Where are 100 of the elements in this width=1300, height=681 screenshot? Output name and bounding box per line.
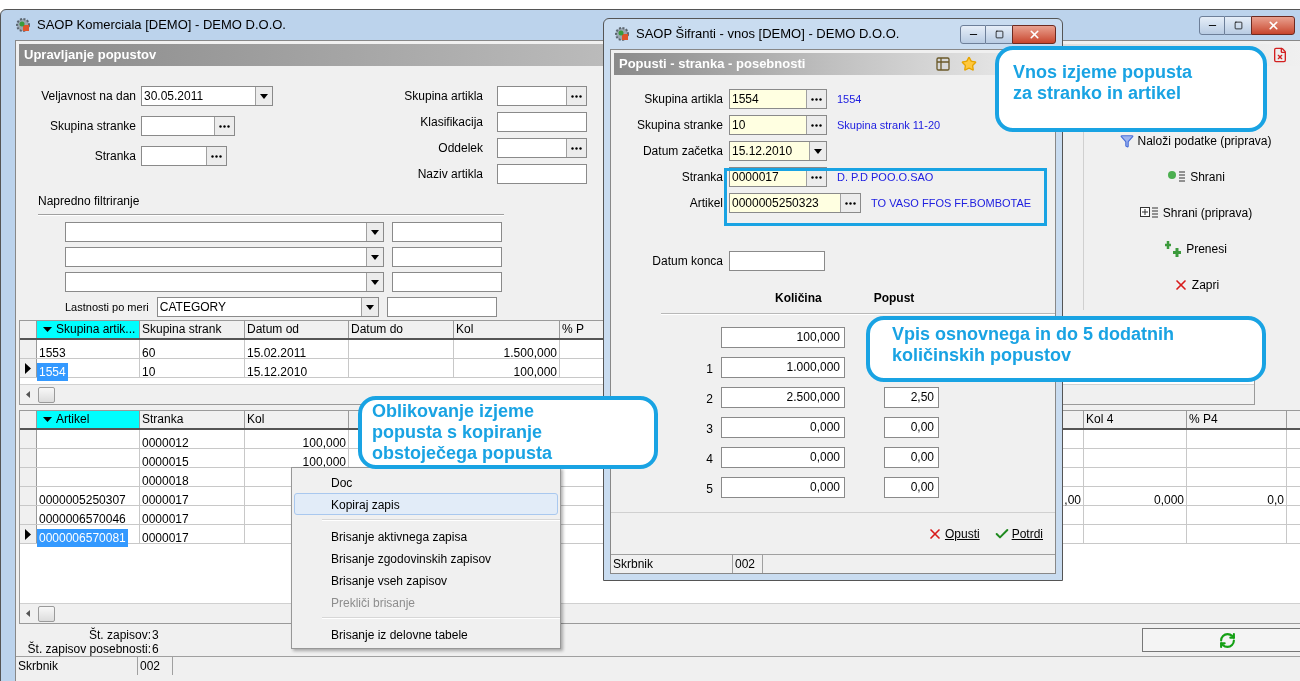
input-field[interactable]: 0,00 — [884, 477, 939, 498]
column-header[interactable]: Stranka — [140, 411, 245, 428]
column-header[interactable]: Kol — [245, 411, 349, 428]
toolbar-button[interactable]: Naloži podatke (priprava) — [1120, 132, 1272, 150]
table-cell-text: 0,000 — [1152, 492, 1185, 509]
input-field[interactable]: 1554 — [729, 89, 827, 109]
row-pointer-icon — [25, 362, 31, 374]
table-cell: 0000006570081 — [37, 529, 128, 547]
input-field[interactable]: CATEGORY — [156, 297, 379, 317]
column-header[interactable]: % P4 — [1187, 411, 1287, 428]
browse-button[interactable] — [214, 117, 234, 135]
input-field[interactable] — [392, 272, 502, 292]
maximize-button[interactable] — [1225, 15, 1251, 35]
star-icon[interactable] — [961, 56, 977, 72]
column-header[interactable]: Skupina artik... — [37, 321, 140, 338]
table-icon[interactable] — [935, 56, 951, 72]
menu-item[interactable]: Kopiraj zapis — [294, 493, 558, 515]
input-field[interactable] — [141, 146, 227, 166]
input-field[interactable] — [386, 297, 497, 317]
refresh-button[interactable] — [1142, 628, 1300, 652]
input-field[interactable] — [729, 251, 825, 271]
input-field[interactable]: 0000005250323 — [729, 193, 861, 213]
column-header[interactable]: Skupina strank — [140, 321, 245, 338]
dropdown-button[interactable] — [366, 223, 383, 241]
ellipsis-icon — [811, 97, 822, 101]
description-text: Skupina strank 11-20 — [837, 117, 941, 133]
browse-button[interactable] — [206, 147, 226, 165]
menu-item[interactable]: Brisanje vseh zapisov — [294, 569, 558, 591]
toolbar-button[interactable]: Shrani (priprava) — [1139, 204, 1253, 222]
toolbar-button[interactable]: Shrani — [1167, 168, 1225, 186]
browse-button[interactable] — [840, 194, 860, 212]
input-field[interactable]: 0,00 — [884, 417, 939, 438]
toolbar-button[interactable]: Prenesi — [1165, 240, 1227, 258]
input-field[interactable]: 10 — [729, 115, 827, 135]
input-field[interactable]: 0,000 — [721, 417, 845, 438]
status-label: Št. zapisov posebnosti: — [26, 642, 151, 656]
input-field[interactable]: 2.500,000 — [721, 387, 845, 408]
dropdown-button[interactable] — [809, 142, 826, 160]
minimize-button[interactable] — [960, 24, 986, 44]
dropdown-button[interactable] — [366, 273, 383, 291]
scroll-left-icon[interactable] — [26, 610, 30, 617]
sort-caret-icon — [43, 327, 52, 332]
dropdown-button[interactable] — [255, 87, 272, 105]
scroll-left-icon[interactable] — [26, 391, 30, 398]
input-field[interactable] — [497, 86, 587, 106]
input-field[interactable]: 100,000 — [721, 327, 845, 348]
menu-item[interactable]: Brisanje aktivnega zapisa — [294, 525, 558, 547]
input-field[interactable]: 0,00 — [884, 447, 939, 468]
row-header[interactable] — [20, 525, 37, 543]
dropdown-button[interactable] — [360, 298, 378, 316]
column-header[interactable]: Artikel — [37, 411, 140, 428]
menu-item[interactable]: Doc — [294, 471, 558, 493]
input-field[interactable]: 15.12.2010 — [729, 141, 827, 161]
menu-item[interactable]: Brisanje zgodovinskih zapisov — [294, 547, 558, 569]
input-field[interactable] — [497, 138, 587, 158]
menu-item[interactable]: Brisanje iz delovne tabele — [294, 623, 558, 645]
table-cell-text: 0000018 — [141, 473, 190, 490]
minimize-button[interactable] — [1199, 15, 1225, 35]
section-title: Napredno filtriranje — [38, 193, 141, 210]
input-field[interactable] — [141, 116, 235, 136]
maximize-button[interactable] — [986, 24, 1012, 44]
expand-list-icon — [1139, 206, 1160, 220]
browse-button[interactable] — [566, 87, 586, 105]
row-pointer-icon — [25, 528, 31, 540]
table-cell-text: 0000012 — [141, 435, 190, 452]
column-header[interactable]: Datum do — [349, 321, 454, 338]
document-delete-icon[interactable] — [1272, 47, 1288, 63]
input-field[interactable]: 0,000 — [721, 477, 845, 498]
column-header[interactable]: Kol — [454, 321, 560, 338]
dialog-button[interactable]: Potrdi — [993, 525, 1043, 543]
row-number: 2 — [706, 391, 713, 406]
browse-button[interactable] — [806, 116, 826, 134]
table-cell-text: 100,000 — [512, 364, 558, 381]
dialog-button[interactable]: Opusti — [926, 525, 980, 543]
input-field[interactable]: 0,000 — [721, 447, 845, 468]
toolbar-button[interactable]: Zapri — [1172, 276, 1220, 294]
input-field[interactable] — [65, 272, 384, 292]
close-button[interactable] — [1012, 24, 1056, 44]
table-cell-text: 60 — [141, 345, 157, 362]
input-field[interactable] — [497, 112, 587, 132]
browse-button[interactable] — [806, 90, 826, 108]
input-field[interactable]: 0000017 — [729, 167, 827, 187]
caret-icon — [371, 254, 379, 260]
input-field[interactable] — [392, 222, 502, 242]
browse-button[interactable] — [566, 139, 586, 157]
input-field[interactable]: 2,50 — [884, 387, 939, 408]
input-field[interactable] — [497, 164, 587, 184]
scroll-thumb[interactable] — [38, 386, 55, 403]
row-header[interactable] — [20, 359, 37, 377]
input-field[interactable]: 1.000,000 — [721, 357, 845, 378]
input-field[interactable] — [65, 222, 384, 242]
table-cell-text: 0000017 — [141, 492, 190, 509]
dropdown-button[interactable] — [366, 248, 383, 266]
input-field[interactable] — [65, 247, 384, 267]
close-button[interactable] — [1251, 15, 1295, 35]
input-field[interactable]: 30.05.2011 — [141, 86, 273, 106]
scroll-thumb[interactable] — [38, 605, 55, 622]
column-header[interactable]: Kol 4 — [1084, 411, 1187, 428]
column-header[interactable]: Datum od — [245, 321, 349, 338]
input-field[interactable] — [392, 247, 502, 267]
